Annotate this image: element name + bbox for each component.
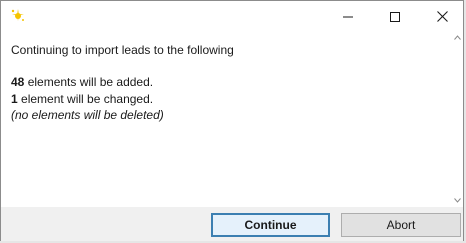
close-icon — [436, 11, 448, 22]
added-line: 48 elements will be added. — [11, 75, 153, 89]
title-bar[interactable] — [1, 1, 463, 32]
app-sparkle-icon — [10, 8, 26, 24]
continue-button[interactable]: Continue — [211, 213, 330, 237]
scroll-down-icon[interactable] — [454, 198, 461, 203]
changed-text: element will be changed. — [17, 92, 154, 106]
deleted-line: (no elements will be deleted) — [11, 108, 164, 122]
added-text: elements will be added. — [24, 75, 154, 89]
minimize-icon — [343, 16, 353, 17]
import-dialog: Continuing to import leads to the follow… — [0, 0, 464, 241]
close-button[interactable] — [419, 1, 465, 32]
added-count: 48 — [11, 75, 25, 89]
message-area: Continuing to import leads to the follow… — [1, 32, 453, 207]
message-heading: Continuing to import leads to the follow… — [11, 43, 234, 57]
minimize-button[interactable] — [325, 1, 371, 32]
vertical-scrollbar[interactable] — [452, 32, 463, 207]
scroll-up-icon[interactable] — [454, 35, 461, 40]
abort-button[interactable]: Abort — [341, 213, 461, 237]
changed-count: 1 — [11, 92, 18, 106]
changed-line: 1 element will be changed. — [11, 92, 153, 106]
button-bar: Continue Abort — [1, 207, 463, 241]
maximize-button[interactable] — [372, 1, 418, 32]
maximize-icon — [390, 11, 400, 22]
